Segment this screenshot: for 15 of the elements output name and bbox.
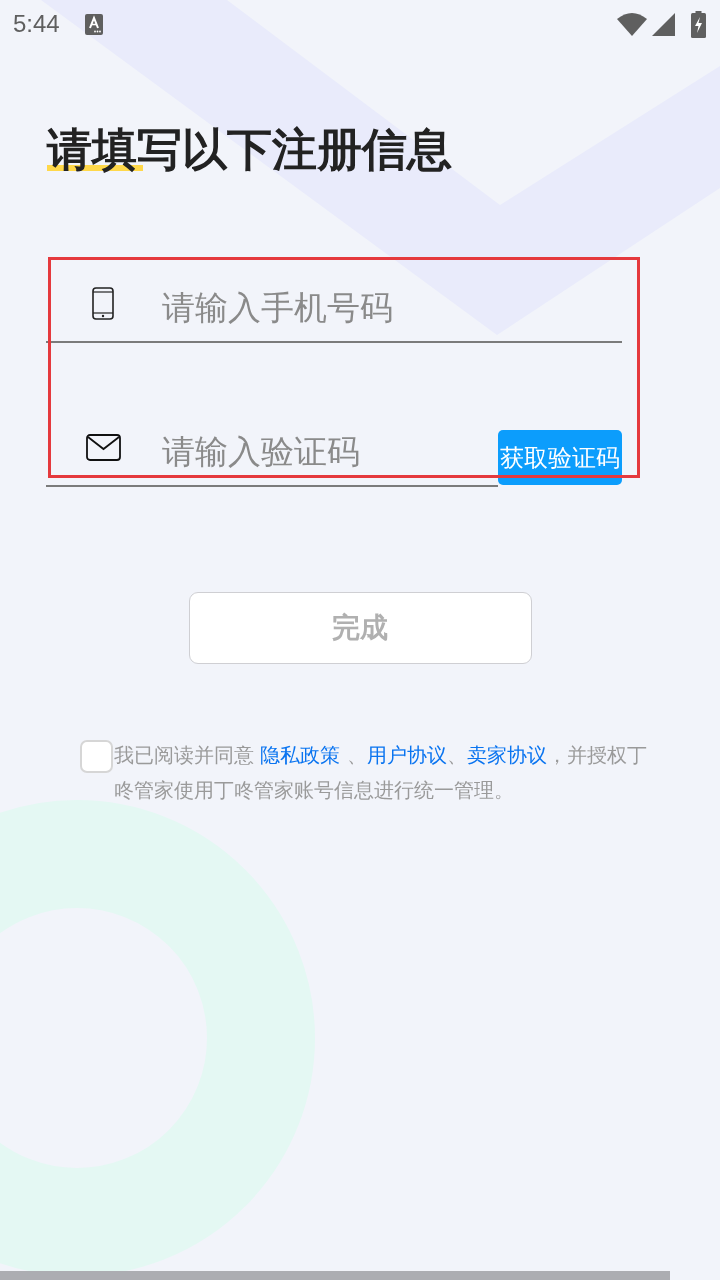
- agreement-checkbox[interactable]: [80, 740, 113, 773]
- get-code-button[interactable]: 获取验证码: [498, 430, 622, 485]
- letter-tile-icon: [84, 14, 103, 35]
- phone-input[interactable]: 请输入手机号码: [162, 285, 614, 329]
- wifi-icon: [617, 12, 647, 36]
- signal-icon: [652, 12, 675, 36]
- envelope-icon: [85, 433, 121, 461]
- phone-icon: [92, 286, 114, 320]
- code-input[interactable]: 请输入验证码: [162, 429, 490, 473]
- battery-charging-icon: [691, 10, 706, 38]
- agreement-text: 我已阅读并同意 隐私政策 、用户协议、卖家协议，并授权丁咚管家使用丁咚管家账号信息进行统一管理。: [114, 742, 648, 804]
- agreement-link[interactable]: 用户协议: [366, 743, 447, 767]
- agreement-link[interactable]: 卖家协议: [466, 743, 547, 767]
- status-time: 5:44: [13, 10, 60, 38]
- agreement-link[interactable]: 隐私政策: [260, 743, 341, 767]
